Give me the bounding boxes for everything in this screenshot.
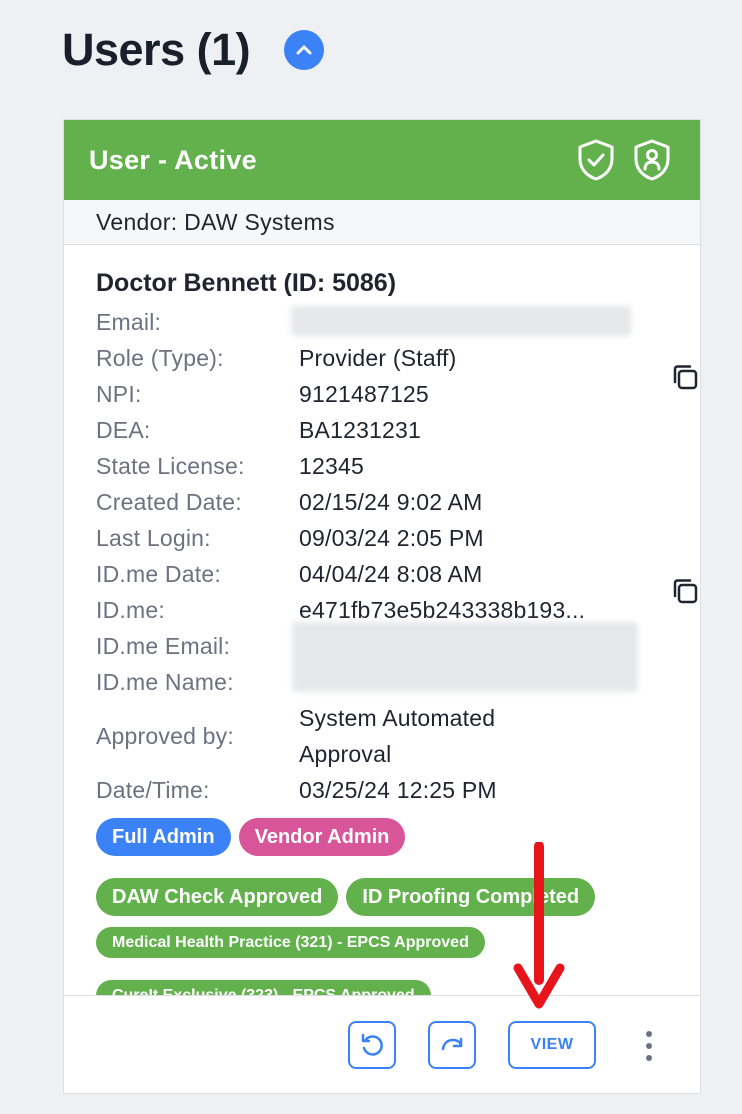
npi-value: 9121487125 — [299, 381, 429, 407]
created-date-label: Created Date: — [96, 489, 242, 515]
info-row-email: Email: — [96, 304, 700, 340]
last-login-label: Last Login: — [96, 525, 211, 551]
role-label: Role (Type): — [96, 345, 224, 371]
info-row-approved-by: Approved by: System Automated Approval — [96, 700, 700, 772]
created-date-value: 02/15/24 9:02 AM — [299, 489, 483, 515]
page-title: Users (1) — [62, 24, 251, 75]
approved-by-label: Approved by: — [96, 723, 234, 749]
collapse-button[interactable] — [284, 30, 325, 70]
undo-button[interactable] — [348, 1021, 396, 1069]
user-name: Doctor Bennett (ID: 5086) — [96, 269, 397, 297]
idme-name-label: ID.me Name: — [96, 669, 234, 695]
badge-medical-health: Medical Health Practice (321) - EPCS App… — [96, 927, 485, 958]
chevron-up-icon — [296, 45, 312, 55]
badge-list: Full Admin Vendor Admin DAW Check Approv… — [96, 818, 656, 1011]
card-body: Doctor Bennett (ID: 5086) Email: Role (T… — [64, 245, 700, 1011]
info-row-state-license: State License: 12345 — [96, 448, 700, 484]
header-icons — [576, 138, 672, 182]
copy-idme-button[interactable] — [668, 574, 700, 608]
badge-vendor-admin: Vendor Admin — [238, 818, 406, 856]
annotation-arrow — [513, 842, 565, 1009]
badge-daw-check: DAW Check Approved — [96, 878, 339, 916]
info-row-date-time: Date/Time: 03/25/24 12:25 PM — [96, 772, 700, 808]
info-row-dea: DEA: BA1231231 — [96, 412, 700, 448]
info-row-idme-name: ID.me Name: — [96, 664, 700, 700]
email-redacted — [291, 306, 631, 336]
info-row-idme-email: ID.me Email: — [96, 622, 700, 692]
user-card: User - Active Vendor: DAW Systems Doctor… — [63, 119, 701, 1094]
redo-icon — [441, 1037, 463, 1051]
card-header: User - Active — [64, 120, 700, 200]
idme-date-value: 04/04/24 8:08 AM — [299, 561, 483, 587]
idme-email-label: ID.me Email: — [96, 633, 231, 659]
info-row-created-date: Created Date: 02/15/24 9:02 AM — [96, 484, 700, 520]
info-row-npi: NPI: 9121487125 — [96, 365, 700, 412]
role-value: Provider (Staff) — [299, 345, 457, 371]
info-row-last-login: Last Login: 09/03/24 2:05 PM — [96, 520, 700, 556]
idme-label: ID.me: — [96, 597, 165, 623]
date-time-label: Date/Time: — [96, 777, 210, 803]
dea-value: BA1231231 — [299, 417, 422, 443]
copy-icon — [673, 365, 698, 390]
view-button[interactable]: VIEW — [508, 1021, 596, 1069]
redo-button[interactable] — [428, 1021, 476, 1069]
approved-by-value: System Automated Approval — [299, 705, 496, 767]
info-row-idme-date: ID.me Date: 04/04/24 8:08 AM — [96, 556, 700, 592]
badge-full-admin: Full Admin — [96, 818, 231, 856]
info-row-role: Role (Type): Provider (Staff) — [96, 340, 700, 376]
idme-date-label: ID.me Date: — [96, 561, 221, 587]
date-time-value: 03/25/24 12:25 PM — [299, 777, 497, 803]
last-login-value: 09/03/24 2:05 PM — [299, 525, 484, 551]
shield-user-icon[interactable] — [632, 138, 672, 182]
state-license-label: State License: — [96, 453, 245, 479]
state-license-value: 12345 — [299, 453, 364, 479]
copy-npi-button[interactable] — [668, 360, 700, 394]
undo-icon — [361, 1033, 383, 1056]
user-status-title: User - Active — [89, 144, 257, 175]
kebab-menu-icon[interactable] — [634, 1024, 664, 1068]
npi-label: NPI: — [96, 381, 142, 407]
page-header: Users (1) — [62, 24, 325, 76]
card-footer: VIEW — [64, 995, 700, 1093]
email-label: Email: — [96, 309, 162, 335]
shield-check-icon[interactable] — [576, 138, 616, 182]
dea-label: DEA: — [96, 417, 151, 443]
copy-icon — [673, 579, 698, 604]
vendor-row: Vendor: DAW Systems — [64, 200, 700, 245]
